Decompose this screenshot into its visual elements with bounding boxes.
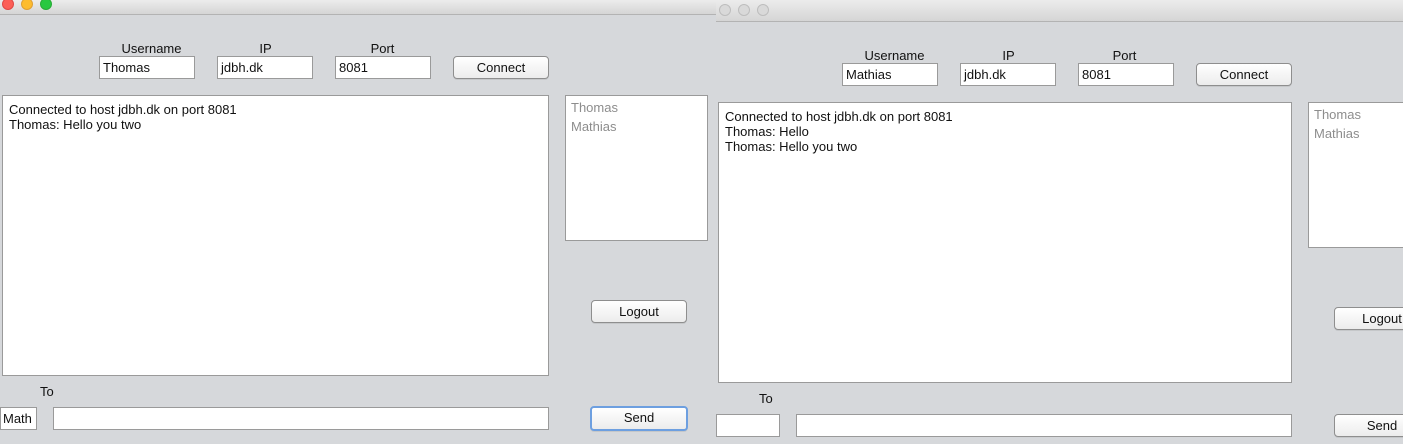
- to-recipient-input[interactable]: [716, 414, 780, 437]
- window-titlebar[interactable]: [0, 0, 716, 15]
- chat-log[interactable]: Connected to host jdbh.dk on port 8081 T…: [718, 102, 1292, 383]
- username-label: Username: [121, 41, 182, 56]
- to-label: To: [759, 391, 773, 406]
- zoom-window-icon[interactable]: [757, 4, 769, 16]
- chat-line: Connected to host jdbh.dk on port 8081: [9, 102, 237, 117]
- port-input[interactable]: 8081: [1078, 63, 1174, 86]
- chat-log[interactable]: Connected to host jdbh.dk on port 8081 T…: [2, 95, 549, 376]
- close-window-icon[interactable]: [719, 4, 731, 16]
- port-input[interactable]: 8081: [335, 56, 431, 79]
- connect-button[interactable]: Connect: [453, 56, 549, 79]
- ip-label: IP: [1002, 48, 1015, 63]
- connect-button[interactable]: Connect: [1196, 63, 1292, 86]
- to-label: To: [40, 384, 54, 399]
- close-window-icon[interactable]: [2, 0, 14, 10]
- chat-client-window-thomas: Username IP Port Thomas jdbh.dk 8081 Con…: [0, 0, 716, 444]
- to-recipient-input[interactable]: Math: [0, 407, 37, 430]
- window-titlebar[interactable]: [716, 0, 1403, 22]
- logout-button[interactable]: Logout: [591, 300, 687, 323]
- chat-line: Connected to host jdbh.dk on port 8081: [725, 109, 953, 124]
- user-list[interactable]: Thomas Mathias: [565, 95, 708, 241]
- ip-input[interactable]: jdbh.dk: [960, 63, 1056, 86]
- chat-line: Thomas: Hello: [725, 124, 809, 139]
- port-label: Port: [1112, 48, 1137, 63]
- username-input[interactable]: Mathias: [842, 63, 938, 86]
- zoom-window-icon[interactable]: [40, 0, 52, 10]
- chat-client-window-mathias: Username IP Port Mathias jdbh.dk 8081 Co…: [716, 0, 1403, 444]
- user-list-item[interactable]: Mathias: [1314, 124, 1403, 143]
- user-list[interactable]: Thomas Mathias: [1308, 102, 1403, 248]
- ip-input[interactable]: jdbh.dk: [217, 56, 313, 79]
- message-input[interactable]: [796, 414, 1292, 437]
- username-label: Username: [864, 48, 925, 63]
- ip-label: IP: [259, 41, 272, 56]
- user-list-item[interactable]: Mathias: [571, 117, 702, 136]
- message-input[interactable]: [53, 407, 549, 430]
- send-button[interactable]: Send: [1334, 414, 1403, 437]
- minimize-window-icon[interactable]: [21, 0, 33, 10]
- username-input[interactable]: Thomas: [99, 56, 195, 79]
- chat-line: Thomas: Hello you two: [9, 117, 142, 132]
- send-button[interactable]: Send: [590, 406, 688, 431]
- user-list-item[interactable]: Thomas: [571, 98, 702, 117]
- logout-button[interactable]: Logout: [1334, 307, 1403, 330]
- port-label: Port: [370, 41, 395, 56]
- minimize-window-icon[interactable]: [738, 4, 750, 16]
- chat-line: Thomas: Hello you two: [725, 139, 858, 154]
- user-list-item[interactable]: Thomas: [1314, 105, 1403, 124]
